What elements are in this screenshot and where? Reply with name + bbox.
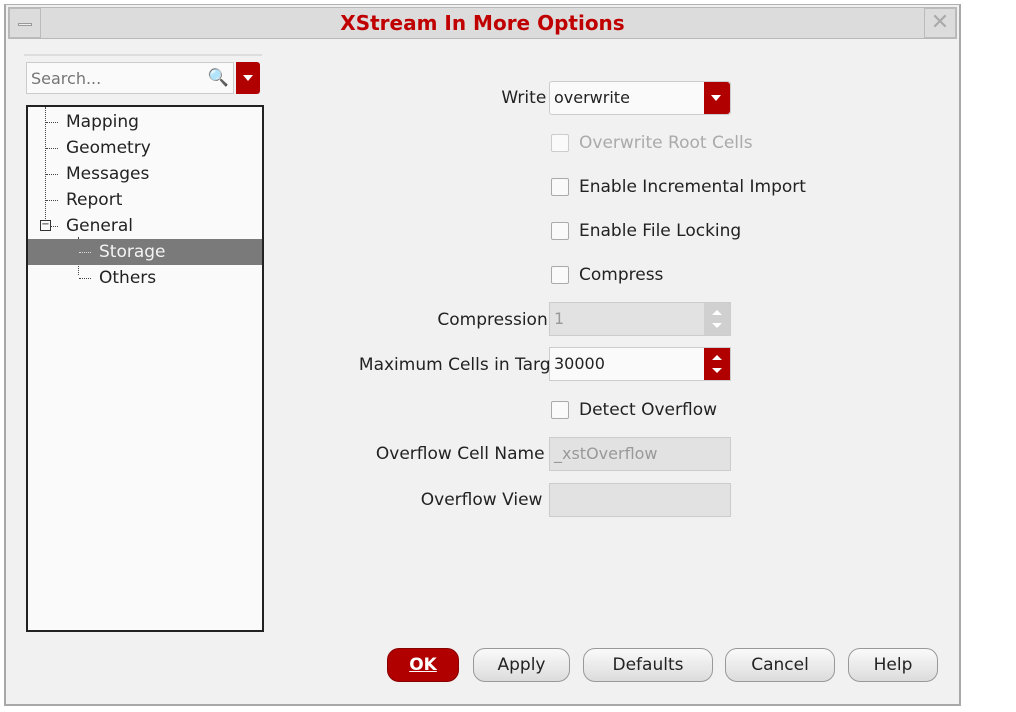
ok-label: OK — [409, 655, 437, 675]
tree-item-storage[interactable]: Storage — [28, 239, 262, 265]
search-field[interactable]: 🔍 — [26, 62, 234, 94]
overwrite-root-cells-checkbox[interactable] — [551, 134, 569, 152]
search-input[interactable] — [27, 63, 197, 93]
max-cells-value: 30000 — [554, 354, 605, 373]
tree-item-others[interactable]: Others — [28, 265, 262, 291]
spinner-arrows-icon[interactable] — [704, 348, 730, 380]
enable-file-locking-checkbox[interactable] — [551, 222, 569, 240]
overflow-suffix-input[interactable]: _xstOverflow — [549, 437, 731, 471]
chevron-down-icon — [704, 82, 730, 114]
detect-overflow-label: Detect Overflow — [579, 400, 717, 420]
tree-item-report[interactable]: Report — [28, 187, 262, 213]
compression-level-value: 1 — [554, 309, 565, 328]
enable-incremental-import-checkbox[interactable] — [551, 178, 569, 196]
overflow-suffix-value: _xstOverflow — [554, 444, 658, 463]
window-title: XStream In More Options — [340, 11, 625, 35]
search-options-dropdown[interactable] — [236, 62, 260, 94]
tree-item-mapping[interactable]: Mapping — [28, 109, 262, 135]
category-tree: Mapping Geometry Messages Report − Genera… — [26, 105, 264, 632]
enable-file-locking-label: Enable File Locking — [579, 221, 742, 241]
max-cells-spinner[interactable]: 30000 — [549, 347, 731, 381]
defaults-button[interactable]: Defaults — [583, 648, 713, 682]
apply-button[interactable]: Apply — [473, 648, 570, 682]
cancel-button[interactable]: Cancel — [725, 648, 835, 682]
search-icon[interactable]: 🔍 — [208, 68, 229, 88]
help-button[interactable]: Help — [848, 648, 938, 682]
close-button[interactable]: ✕ — [924, 8, 956, 38]
title-bar: XStream In More Options ✕ — [8, 7, 957, 39]
tree-item-general[interactable]: − General — [28, 213, 262, 239]
compress-label: Compress — [579, 265, 664, 285]
tree-item-messages[interactable]: Messages — [28, 161, 262, 187]
search-bar: 🔍 — [24, 54, 262, 94]
detect-overflow-checkbox[interactable] — [551, 401, 569, 419]
tree-item-geometry[interactable]: Geometry — [28, 135, 262, 161]
overflow-view-input[interactable] — [549, 483, 731, 517]
overwrite-root-cells-label: Overwrite Root Cells — [579, 133, 753, 153]
write-mode-select[interactable]: overwrite — [549, 81, 731, 115]
collapse-icon[interactable]: − — [40, 220, 51, 231]
ok-button[interactable]: OK — [387, 648, 459, 682]
write-mode-value: overwrite — [554, 88, 630, 107]
close-icon: ✕ — [930, 10, 950, 35]
spinner-arrows-icon[interactable] — [704, 303, 730, 335]
compression-level-spinner[interactable]: 1 — [549, 302, 731, 336]
enable-incremental-import-label: Enable Incremental Import — [579, 177, 806, 197]
compress-checkbox[interactable] — [551, 266, 569, 284]
